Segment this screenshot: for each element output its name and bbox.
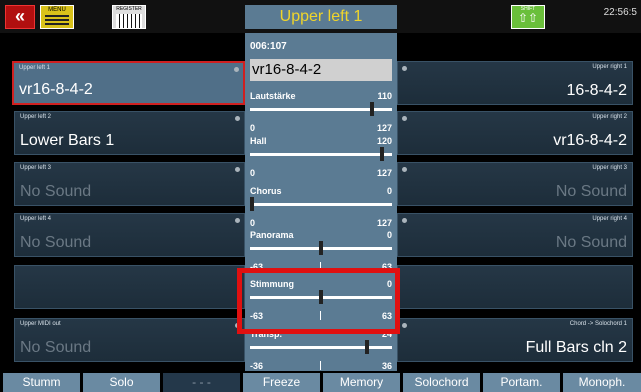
slider-max: 127 [376,168,392,178]
menu-button[interactable]: MENU [40,5,74,29]
upper-left-2-panel[interactable]: Upper left 2 Lower Bars 1 [14,111,245,155]
indicator-dot-icon [235,167,240,172]
upper-right-3-panel[interactable]: Upper right 3 No Sound [397,162,633,206]
register-button[interactable]: REGISTER [112,5,146,29]
slider-value: 120 [376,136,392,146]
slider-name: Panorama [250,230,294,240]
slider-track [250,346,392,349]
panel-sound: vr16-8-4-2 [553,132,627,149]
panel-sound: No Sound [20,183,92,200]
double-chevron-left-icon: « [14,6,25,26]
slider-value: 110 [377,91,392,101]
slider-thumb[interactable] [365,340,369,354]
upper-left-4-panel[interactable]: Upper left 4 No Sound [14,213,245,257]
slider-center-mark [320,361,321,370]
preset-name-field[interactable]: vr16-8-4-2 [250,59,392,81]
slider-min: -36 [250,361,264,371]
panel-label: Upper left 2 [20,114,52,120]
page-title: Upper left 1 [245,5,397,29]
slider-name: Chorus [250,186,282,196]
chorus-slider[interactable]: Chorus 0 0 127 [250,186,392,230]
panel-sound: Lower Bars 1 [20,132,115,149]
indicator-dot-icon [402,218,407,223]
transpose-slider[interactable]: Transp. 24 -36 36 [250,329,392,373]
top-bar: « MENU REGISTER Upper left 1 SHIFT ⇧⇧ 22… [0,0,641,33]
portamento-button[interactable]: Portam. [483,373,560,392]
slider-thumb[interactable] [319,241,323,255]
indicator-dot-icon [234,67,239,72]
indicator-dot-icon [402,323,407,328]
upper-right-4-panel[interactable]: Upper right 4 No Sound [397,213,633,257]
slider-min: 0 [250,218,256,228]
bottom-button-bar: Stumm Solo - - - Freeze Memory Solochord… [0,371,641,392]
panel-label: Upper right 1 [592,64,627,70]
slider-name: Lautstärke [250,91,296,101]
keyboard-icon [116,14,142,28]
upper-midi-out-panel[interactable]: Upper MIDI out No Sound [14,318,245,362]
solo-button[interactable]: Solo [83,373,160,392]
freeze-button[interactable]: Freeze [243,373,320,392]
clock: 22:56:5 [603,7,637,18]
empty-left-panel[interactable] [14,265,245,309]
indicator-dot-icon [235,116,240,121]
panel-sound: No Sound [555,234,627,251]
panel-label: Upper left 4 [20,216,52,222]
slider-name: Hall [250,136,267,146]
panel-sound: No Sound [20,234,92,251]
slider-max: 36 [381,361,392,371]
empty-button[interactable]: - - - [163,373,240,392]
empty-right-panel[interactable] [397,265,633,309]
indicator-dot-icon [402,167,407,172]
panel-sound: vr16-8-4-2 [19,81,93,98]
monophonic-button[interactable]: Monoph. [563,373,641,392]
upper-right-1-panel[interactable]: Upper right 1 16-8-4-2 [397,61,633,105]
slider-thumb[interactable] [370,102,374,116]
shift-button[interactable]: SHIFT ⇧⇧ [511,5,545,29]
menu-label: MENU [48,7,66,13]
slider-thumb[interactable] [380,147,384,161]
panel-label: Upper left 3 [20,165,52,171]
menu-icon [45,15,69,27]
slider-max: 127 [376,218,392,228]
reverb-slider[interactable]: Hall 120 0 127 [250,136,392,180]
back-button[interactable]: « [5,5,35,29]
indicator-dot-icon [235,218,240,223]
slider-max: 127 [376,123,392,133]
volume-slider[interactable]: Lautstärke 110 0 127 [250,91,392,135]
preset-number: 006:107 [250,41,287,52]
panel-sound: Full Bars cln 2 [525,339,627,356]
slider-thumb[interactable] [250,197,254,211]
panel-sound: No Sound [555,183,627,200]
upper-right-2-panel[interactable]: Upper right 2 vr16-8-4-2 [397,111,633,155]
shift-arrows-icon: ⇧⇧ [517,11,539,25]
panel-label: Upper right 2 [592,114,627,120]
slider-track [250,153,392,156]
panel-label: Upper left 1 [19,65,51,71]
panel-label: Upper MIDI out [20,321,61,327]
upper-left-1-panel[interactable]: Upper left 1 vr16-8-4-2 [12,61,245,105]
memory-button[interactable]: Memory [323,373,400,392]
panel-sound: 16-8-4-2 [566,82,627,99]
upper-left-3-panel[interactable]: Upper left 3 No Sound [14,162,245,206]
slider-value: 0 [386,230,392,240]
indicator-dot-icon [402,116,407,121]
slider-min: 0 [250,123,256,133]
slider-min: 0 [250,168,256,178]
selection-highlight [237,268,400,334]
panel-sound: No Sound [20,339,92,356]
slider-track [250,203,392,206]
mute-button[interactable]: Stumm [3,373,80,392]
panel-label: Chord -> Solochord 1 [569,321,627,327]
register-label: REGISTER [116,6,142,12]
indicator-dot-icon [402,66,407,71]
panel-label: Upper right 3 [592,165,627,171]
panel-label: Upper right 4 [592,216,627,222]
slider-value: 0 [386,186,392,196]
solochord-panel[interactable]: Chord -> Solochord 1 Full Bars cln 2 [397,318,633,362]
solochord-button[interactable]: Solochord [403,373,480,392]
